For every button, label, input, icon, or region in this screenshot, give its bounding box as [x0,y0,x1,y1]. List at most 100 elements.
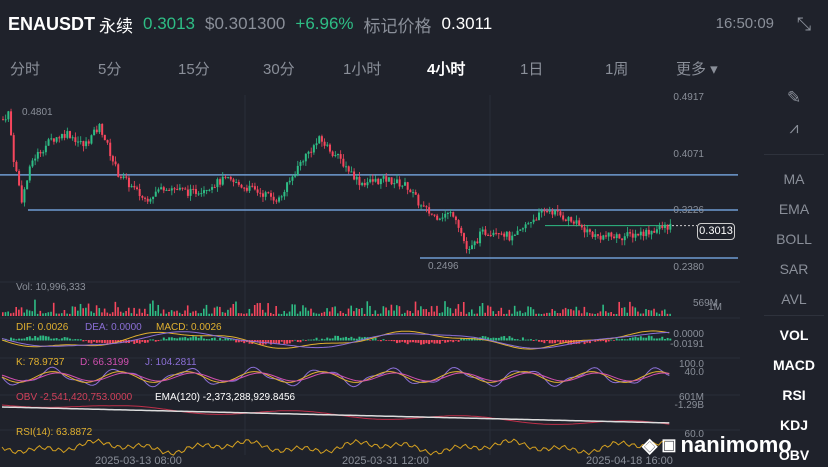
macd-bar [136,340,138,343]
indicator-boll[interactable]: BOLL [760,231,828,247]
watermark-text: nanimomo [680,432,792,457]
volume-bar [414,301,417,316]
macd-bar [334,335,337,341]
volume-bar [425,309,428,316]
indicator-avl[interactable]: AVL [760,291,828,307]
macd-bar [63,337,66,341]
volume-bar [519,310,521,316]
volume-bar [221,312,224,316]
volume-bar [433,311,436,316]
macd-bar [637,337,640,341]
macd-bar [87,340,90,343]
avatar-icon: ▣ [661,437,677,454]
volume-bar [229,307,232,316]
volume-bar [106,312,109,316]
macd-bar [79,339,82,341]
macd-bar [540,340,543,343]
volume-bar [15,306,17,316]
macd-bar [216,339,219,341]
volume-bar [430,306,433,316]
macd-bar [168,337,171,341]
candle [200,193,203,195]
indicator-ma[interactable]: MA [760,171,828,187]
indicator-chart-icon[interactable]: ⩘ [760,120,828,138]
indicator-kdj[interactable]: KDJ [760,417,828,433]
candle [489,235,492,237]
candle [650,230,653,235]
candle [253,186,256,190]
macd-bar [621,338,624,341]
volume-bar [516,311,519,316]
volume-bar [409,311,411,316]
macd-bar [312,339,315,341]
macd-bar [138,340,141,344]
volume-bar [160,313,162,316]
macd-bar [495,337,498,341]
volume-bar [318,313,320,316]
macd-bar [229,339,232,341]
macd-bar [52,338,55,341]
volume-bar [146,313,149,316]
candle [125,176,128,178]
volume-bar [422,309,425,316]
candle [119,176,122,178]
volume-bar [127,307,130,316]
volume-bar [42,313,44,316]
candle [28,166,31,181]
macd-bar [626,339,629,341]
candle [484,229,487,235]
volume-bar [85,307,87,316]
indicator-ema[interactable]: EMA [760,201,828,217]
candle [256,189,259,193]
volume-bar [304,307,307,316]
volume-bar [101,312,103,316]
indicator-vol[interactable]: VOL [760,327,828,343]
candle [379,178,382,185]
volume-bar [79,303,82,316]
candle [519,229,522,231]
candle [278,197,281,202]
candle [629,232,632,234]
volume-bar [235,301,237,316]
volume-bar [613,313,615,316]
volume-bar [454,308,457,316]
obv-tick: -1.29B [674,400,704,411]
candle [591,231,594,238]
macd-bar [95,340,98,343]
candle [588,229,591,232]
candle [296,165,299,176]
volume-bar [511,313,513,316]
macd-bar [208,339,211,341]
volume-bar [243,313,245,316]
candle [562,215,565,220]
volume-bar [4,312,7,316]
indicator-rsi[interactable]: RSI [760,387,828,403]
candle [87,141,90,144]
macd-bar [101,340,104,343]
macd-bar [465,339,468,341]
macd-bar [409,340,412,343]
indicator-sar[interactable]: SAR [760,261,828,277]
volume-bar [441,312,444,316]
macd-bar [521,337,524,341]
macd-bar [527,339,530,341]
candle [275,200,278,202]
volume-bar [154,310,157,316]
macd-bar [149,339,152,341]
obv-ema: EMA(120) -2,373,288,929.8456 [155,392,296,403]
indicator-macd[interactable]: MACD [760,357,828,373]
draw-icon[interactable]: ✎ [760,88,828,108]
volume-bar [26,309,28,316]
volume-bar [181,313,184,316]
volume-bar [353,311,355,316]
volume-bar [602,304,604,316]
collapse-icon[interactable]: ⤡ [794,14,814,34]
candle [479,231,482,244]
macd-bar [50,338,53,341]
candle [441,217,444,219]
macd-bar [283,340,286,344]
candle [95,129,98,133]
candle [270,193,272,197]
volume-bar [570,309,572,316]
candle [409,189,412,193]
